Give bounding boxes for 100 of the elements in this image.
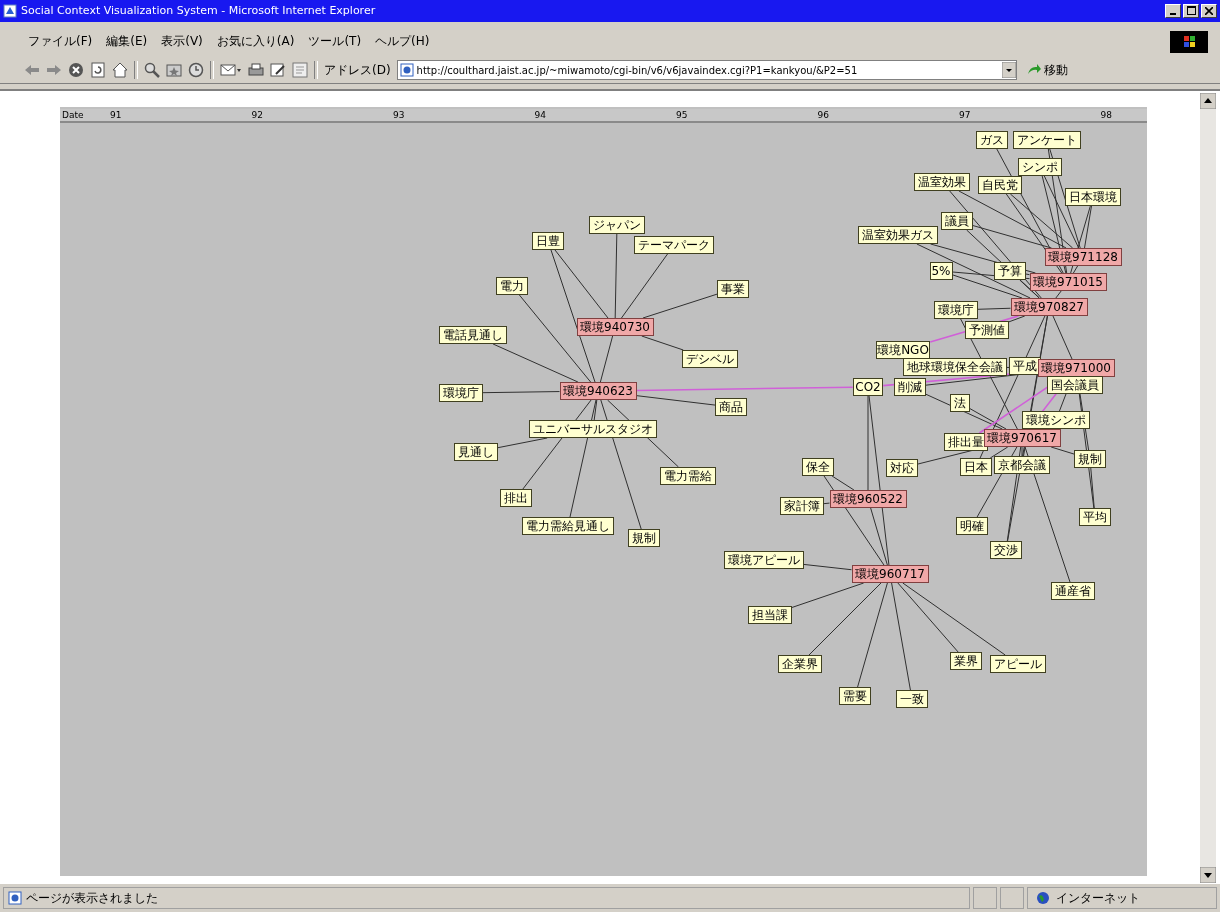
menu-item[interactable]: 編集(E) [106, 33, 148, 51]
status-message: ページが表示されました [26, 889, 158, 907]
link-line [1055, 290, 1062, 299]
keyword-node: アンケート [1013, 131, 1081, 150]
keyword-node: 予算 [994, 262, 1026, 281]
keyword-node: シンポ [1018, 158, 1062, 177]
keyword-node: 明確 [956, 517, 988, 536]
link-line [1052, 315, 1073, 360]
page-icon [399, 63, 414, 78]
address-field[interactable]: http://coulthard.jaist.ac.jp/~miwamoto/cgi-bin/v6/v6javaindex.cgi?P1=kankyou/&P2=51 [396, 60, 1017, 81]
event-node: 環境940623 [559, 382, 637, 401]
status-panel [973, 887, 997, 910]
mail-icon[interactable] [220, 62, 242, 79]
keyword-node: 交渉 [990, 541, 1022, 560]
year-label: 92 [251, 110, 264, 121]
keyword-node: 日本 [960, 458, 992, 477]
year-label: 96 [817, 110, 830, 121]
vertical-scrollbar[interactable] [1200, 93, 1216, 884]
print-icon[interactable] [248, 62, 264, 79]
keyword-node: 担当課 [748, 606, 792, 625]
scroll-down-icon[interactable] [1200, 867, 1216, 884]
keyword-node: 国会議員 [1047, 376, 1103, 395]
keyword-node: 議員 [941, 212, 973, 231]
link-line [599, 335, 614, 383]
keyword-node: 平成 [1009, 357, 1041, 376]
close-button[interactable] [1201, 3, 1217, 18]
keyword-node: 電力需給 [660, 467, 716, 486]
menu-item[interactable]: ヘルプ(H) [375, 33, 430, 51]
keyword-node: 規制 [628, 529, 660, 548]
event-node: 環境970827 [1010, 298, 1088, 317]
minimize-button[interactable] [1165, 3, 1181, 18]
scroll-up-icon[interactable] [1200, 93, 1216, 110]
page-icon [8, 891, 22, 906]
keyword-node: 対応 [886, 459, 918, 478]
keyword-node: テーマパーク [634, 236, 714, 255]
menu-item[interactable]: お気に入り(A) [216, 33, 295, 51]
keyword-node: 法 [950, 394, 970, 413]
keyword-node: 規制 [1074, 450, 1106, 469]
keyword-node: 保全 [802, 458, 834, 477]
year-label: 94 [534, 110, 547, 121]
event-node: 環境971015 [1029, 273, 1107, 292]
keyword-node: 自民党 [978, 176, 1022, 195]
stop-icon[interactable] [68, 62, 84, 79]
windows-logo-icon [1170, 30, 1208, 53]
keyword-node: ジャパン [589, 216, 645, 235]
keyword-node: 環境庁 [439, 384, 483, 403]
year-label: 95 [676, 110, 689, 121]
keyword-node: アピール [990, 655, 1046, 674]
keyword-node: 家計簿 [780, 497, 824, 516]
keyword-node: ユニバーサルスタジオ [529, 420, 657, 439]
keyword-node: 京都会議 [994, 456, 1050, 475]
keyword-node: 電力 [496, 277, 528, 296]
keyword-node: 日豊 [532, 232, 564, 251]
year-label: 98 [1100, 110, 1113, 121]
keyword-node: デシベル [682, 350, 738, 369]
keyword-node: 温室効果ガス [858, 226, 938, 245]
menu-item[interactable]: ファイル(F) [28, 33, 93, 51]
home-icon[interactable] [112, 62, 128, 79]
go-button[interactable]: 移動 [1022, 61, 1072, 79]
keyword-node: ガス [976, 131, 1008, 150]
edit-icon[interactable] [270, 62, 286, 79]
refresh-icon[interactable] [90, 62, 106, 79]
link-line [977, 308, 1011, 311]
keyword-node: 商品 [715, 398, 747, 417]
keyword-node: 排出 [500, 489, 532, 508]
keyword-node: 需要 [839, 687, 871, 706]
keyword-node: 地球環境保全会議 [903, 358, 1007, 377]
keyword-node: 電話見通し [439, 326, 507, 345]
maximize-button[interactable] [1183, 3, 1199, 18]
keyword-node: 環境庁 [934, 301, 978, 320]
keyword-node: 電力需給見通し [522, 517, 614, 536]
window-title: Social Context Visualization System - Microsoft Internet Explorer [21, 4, 377, 18]
event-node: 環境960522 [829, 490, 907, 509]
year-label: 97 [959, 110, 972, 121]
close-icon [1205, 6, 1213, 15]
timeline-label: Date [61, 110, 85, 121]
year-label: 91 [110, 110, 123, 121]
browser-icon [3, 3, 17, 18]
search-icon[interactable] [144, 62, 160, 79]
keyword-node: 事業 [717, 280, 749, 299]
event-node: 環境970617 [983, 429, 1061, 448]
keyword-node: 5% [929, 262, 953, 281]
event-node: 環境940730 [576, 318, 654, 337]
keyword-node: 業界 [950, 652, 982, 671]
maximize-icon [1186, 6, 1196, 16]
keyword-node: 一致 [896, 690, 928, 709]
keyword-node: 通産省 [1051, 582, 1095, 601]
favorites-icon[interactable] [166, 62, 182, 79]
zone-label: インターネット [1056, 889, 1140, 907]
keyword-node: 温室効果 [914, 173, 970, 192]
globe-icon [1036, 891, 1050, 906]
event-node: 環境971128 [1044, 248, 1122, 267]
keyword-node: 環境シンポ [1022, 411, 1090, 430]
history-icon[interactable] [188, 62, 204, 79]
address-label: アドレス(D) [324, 61, 391, 79]
menu-item[interactable]: ツール(T) [308, 33, 362, 51]
menu-item[interactable]: 表示(V) [161, 33, 203, 51]
keyword-node: 環境NGO [875, 341, 931, 360]
link-line [641, 335, 684, 351]
dropdown-arrow-icon[interactable] [1001, 62, 1016, 79]
